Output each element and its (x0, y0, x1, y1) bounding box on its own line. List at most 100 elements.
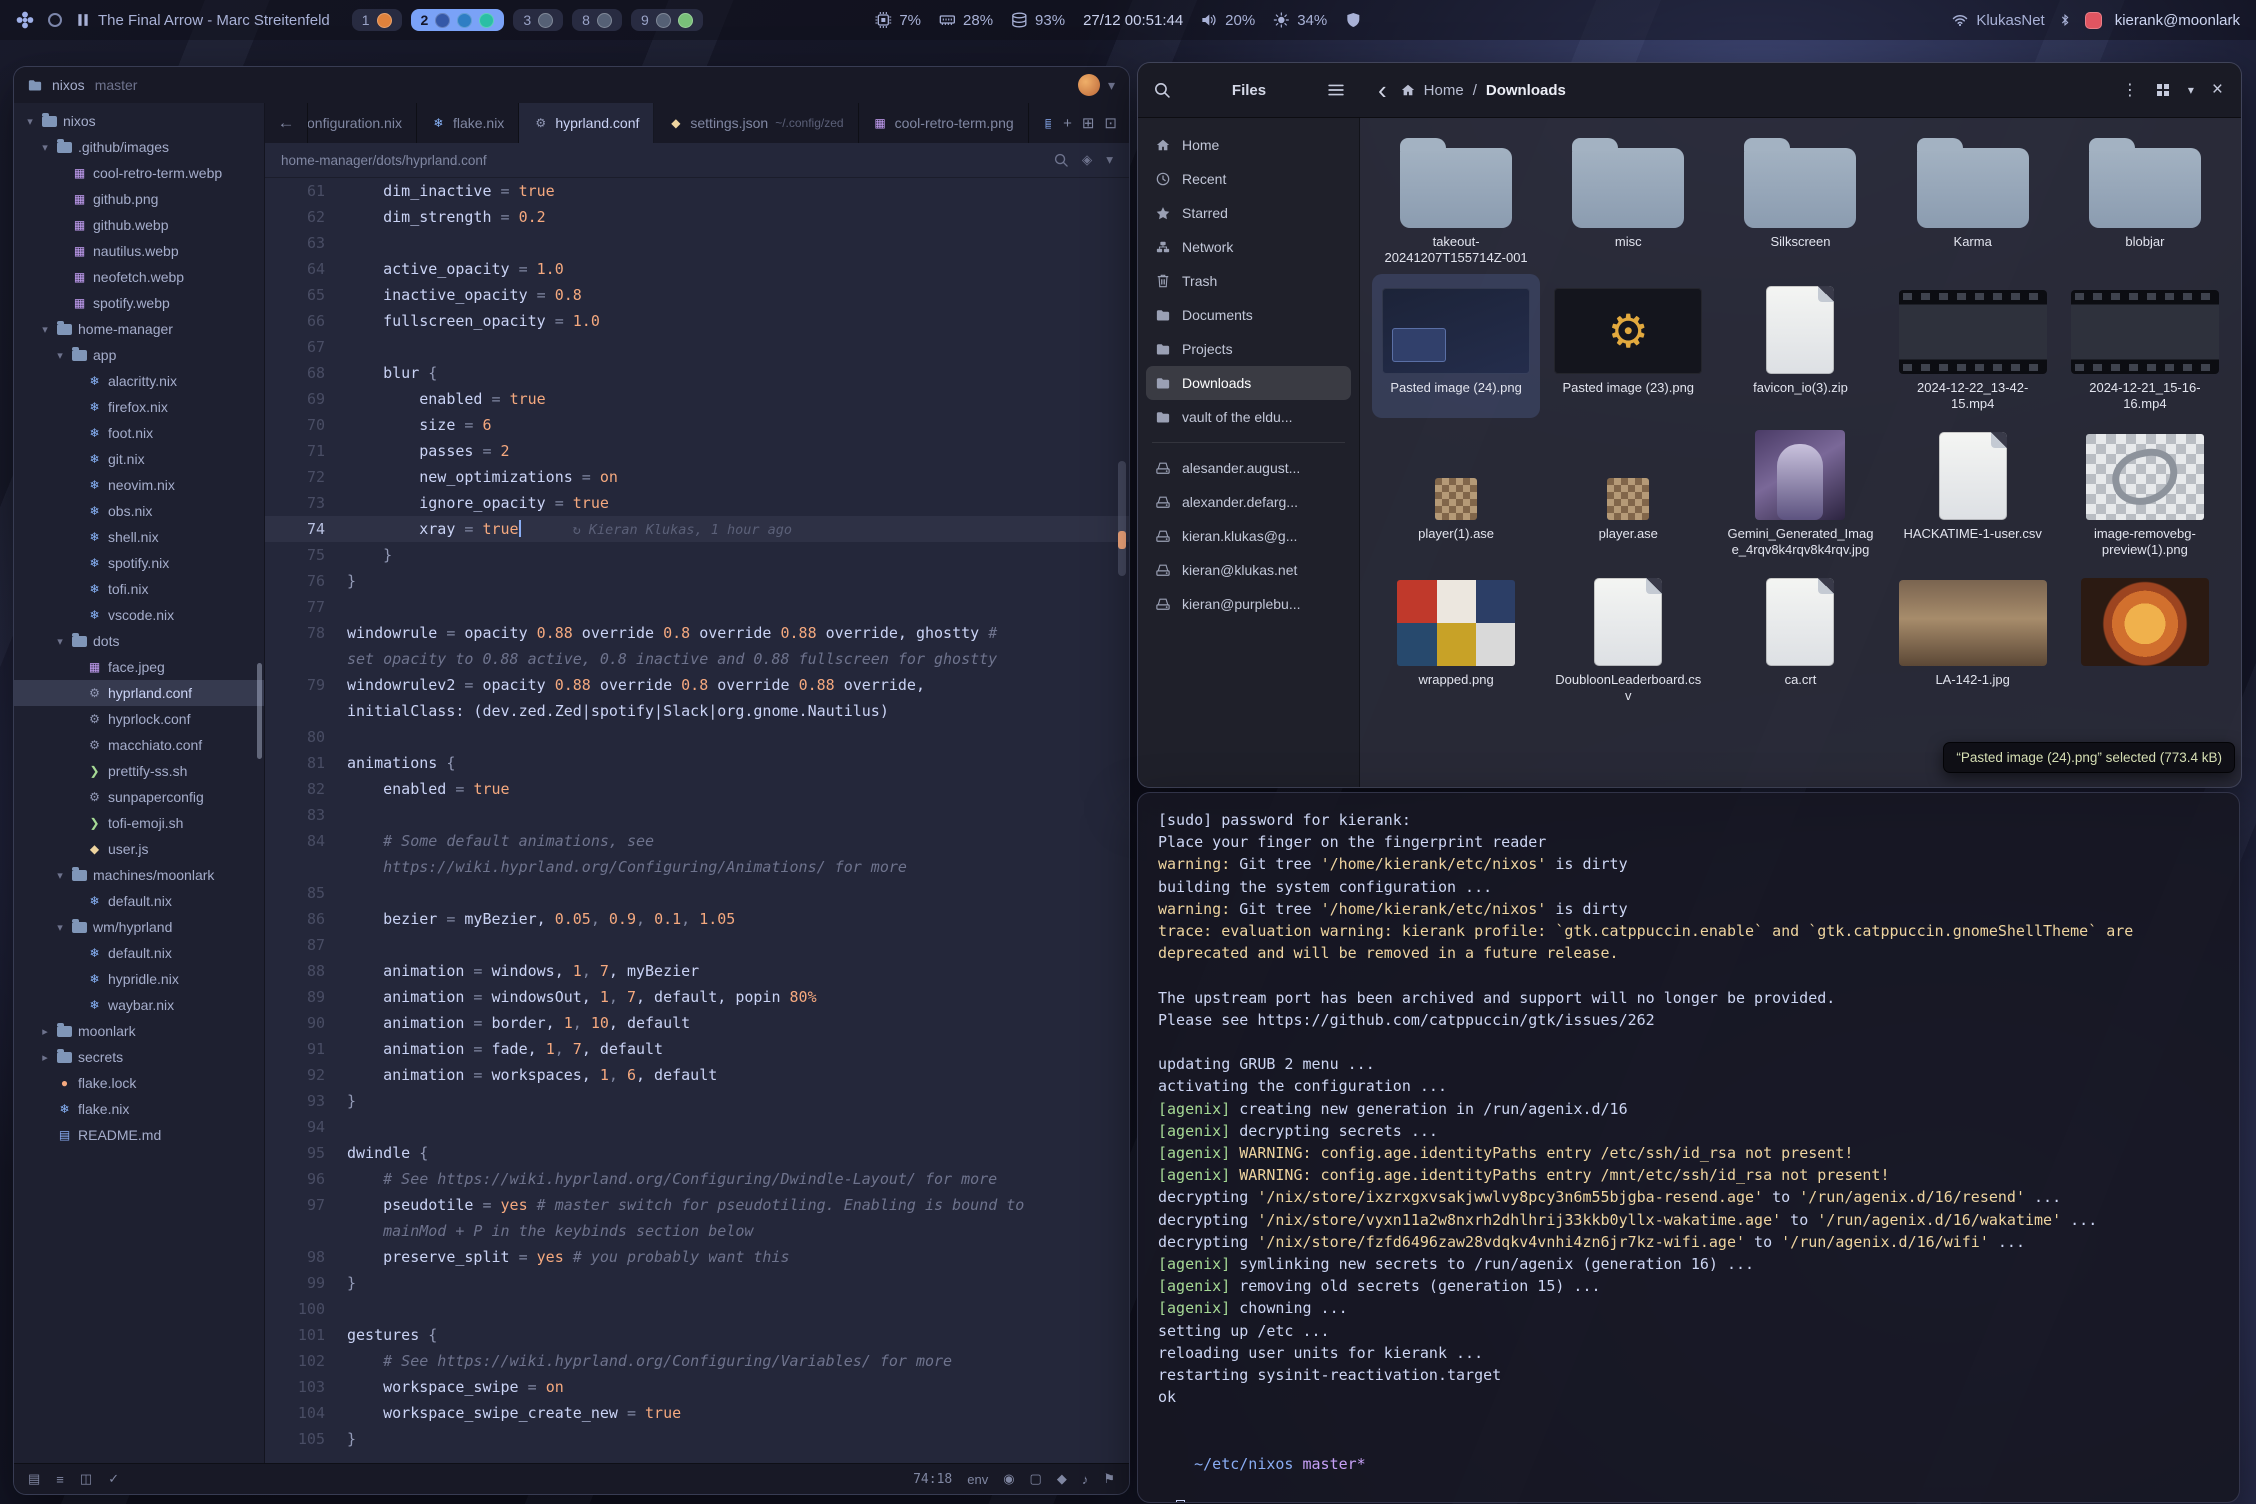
code-line[interactable]: 67 (265, 334, 1129, 360)
tree-item-readme-md[interactable]: ▤README.md (14, 1122, 264, 1148)
workspace-9[interactable]: 9 (631, 9, 703, 31)
workspace-2[interactable]: 2 (411, 9, 505, 31)
sidebar-item-starred[interactable]: Starred (1146, 196, 1351, 230)
nav-back-icon[interactable]: ← (265, 103, 308, 143)
tree-item-shell-nix[interactable]: ❄shell.nix (14, 524, 264, 550)
path-bar[interactable]: Home / Downloads (1401, 82, 1566, 99)
new-tab-icon[interactable]: + (1063, 115, 1072, 132)
code-line[interactable]: 61 dim_inactive = true (265, 178, 1129, 204)
sidebar-item-trash[interactable]: Trash (1146, 264, 1351, 298)
tree-item-home-manager[interactable]: ▾home-manager (14, 316, 264, 342)
file-item[interactable]: player.ase (1544, 420, 1712, 564)
file-item[interactable]: HACKATIME-1-user.csv (1889, 420, 2057, 564)
cursor-position[interactable]: 74:18 (913, 1472, 952, 1487)
view-chevron-icon[interactable]: ▾ (2188, 83, 2194, 97)
code-line[interactable]: 81animations { (265, 750, 1129, 776)
code-line[interactable]: 79windowrulev2 = opacity 0.88 override 0… (265, 672, 1129, 698)
volume-widget[interactable]: 20% (1201, 12, 1255, 29)
editor-scrollbar[interactable] (1118, 461, 1126, 577)
launcher-button[interactable] (16, 11, 34, 29)
terminal-window[interactable]: [sudo] password for kierank:Place your f… (1137, 792, 2240, 1503)
code-line[interactable]: 103 workspace_swipe = on (265, 1374, 1129, 1400)
privacy-widget[interactable] (1345, 12, 1361, 28)
code-line[interactable]: 98 preserve_split = yes # you probably w… (265, 1244, 1129, 1270)
tab-r[interactable]: ▤R (1029, 103, 1051, 143)
file-item[interactable]: Karma (1889, 128, 2057, 272)
code-line[interactable]: 93} (265, 1088, 1129, 1114)
sidebar-item-downloads[interactable]: Downloads (1146, 366, 1351, 400)
sidebar-item-documents[interactable]: Documents (1146, 298, 1351, 332)
tree-item-alacritty-nix[interactable]: ❄alacritty.nix (14, 368, 264, 394)
tree-item-user-js[interactable]: ◆user.js (14, 836, 264, 862)
tab-settings-json[interactable]: ◆settings.json~/.config/zed (654, 103, 858, 143)
code-line[interactable]: 77 (265, 594, 1129, 620)
code-line[interactable]: 68 blur { (265, 360, 1129, 386)
code-line[interactable]: mainMod + P in the keybinds section belo… (265, 1218, 1129, 1244)
file-item[interactable]: takeout-20241207T155714Z-001 (1372, 128, 1540, 272)
code-line[interactable]: 96 # See https://wiki.hyprland.org/Confi… (265, 1166, 1129, 1192)
tree-item-secrets[interactable]: ▸secrets (14, 1044, 264, 1070)
code-line[interactable]: 86 bezier = myBezier, 0.05, 0.9, 0.1, 1.… (265, 906, 1129, 932)
file-item[interactable]: image-removebg-preview(1).png (2061, 420, 2229, 564)
tab-flake-nix[interactable]: ❄flake.nix (417, 103, 519, 143)
code-line[interactable]: 99} (265, 1270, 1129, 1296)
file-item[interactable]: Gemini_Generated_Image_4rqv8k4rqv8k4rqv.… (1716, 420, 1884, 564)
square-icon[interactable]: ▢ (1030, 1471, 1042, 1487)
project-name[interactable]: nixos (52, 77, 85, 93)
code-line[interactable]: 91 animation = fade, 1, 7, default (265, 1036, 1129, 1062)
flag-icon[interactable]: ⚑ (1103, 1471, 1115, 1487)
view-grid-icon[interactable] (2156, 83, 2170, 97)
tree-item-sunpaperconfig[interactable]: ⚙sunpaperconfig (14, 784, 264, 810)
search-icon[interactable] (1154, 82, 1170, 98)
file-item[interactable] (2061, 566, 2229, 710)
sidebar-item-home[interactable]: Home (1146, 128, 1351, 162)
file-item[interactable]: misc (1544, 128, 1712, 272)
tree-item-macchiato-conf[interactable]: ⚙macchiato.conf (14, 732, 264, 758)
tree-item-tofi-emoji-sh[interactable]: ❯tofi-emoji.sh (14, 810, 264, 836)
network-widget[interactable]: KlukasNet (1952, 12, 2044, 29)
tab-hyprland-conf[interactable]: ⚙hyprland.conf (519, 103, 654, 143)
code-line[interactable]: 80 (265, 724, 1129, 750)
code-line[interactable]: 100 (265, 1296, 1129, 1322)
tree-item-spotify-webp[interactable]: ▦spotify.webp (14, 290, 264, 316)
code-line[interactable]: 85 (265, 880, 1129, 906)
tree-item-firefox-nix[interactable]: ❄firefox.nix (14, 394, 264, 420)
code-line[interactable]: 88 animation = windows, 1, 7, myBezier (265, 958, 1129, 984)
file-item[interactable]: 2024-12-22_13-42-15.mp4 (1889, 274, 2057, 418)
code-line[interactable]: 92 animation = workspaces, 1, 6, default (265, 1062, 1129, 1088)
tree-item-face-jpeg[interactable]: ▦face.jpeg (14, 654, 264, 680)
workspace-1[interactable]: 1 (352, 9, 402, 31)
tree-item-neovim-nix[interactable]: ❄neovim.nix (14, 472, 264, 498)
code-line[interactable]: 66 fullscreen_opacity = 1.0 (265, 308, 1129, 334)
sidebar-item-vault-of-the-eldu-[interactable]: vault of the eldu... (1146, 400, 1351, 434)
bluetooth-icon[interactable] (2058, 13, 2072, 27)
code-line[interactable]: 82 enabled = true (265, 776, 1129, 802)
code-line[interactable]: 94 (265, 1114, 1129, 1140)
sidebar-item-alexander-defarg-[interactable]: alexander.defarg... (1146, 485, 1351, 519)
code-line[interactable]: 70 size = 6 (265, 412, 1129, 438)
terminal-toggle-icon[interactable]: ≡ (56, 1472, 64, 1487)
tree-item-flake-lock[interactable]: ●flake.lock (14, 1070, 264, 1096)
tree-item-nautilus-webp[interactable]: ▦nautilus.webp (14, 238, 264, 264)
code-editor[interactable]: 61 dim_inactive = true62 dim_strength = … (265, 178, 1129, 1463)
sidebar-item-recent[interactable]: Recent (1146, 162, 1351, 196)
workspace-3[interactable]: 3 (513, 9, 563, 31)
clock-widget[interactable]: 27/12 00:51:44 (1083, 12, 1183, 29)
git-branch-label[interactable]: master (95, 77, 138, 93)
mic-icon[interactable]: ♪ (1082, 1472, 1089, 1487)
tree-item-hypridle-nix[interactable]: ❄hypridle.nix (14, 966, 264, 992)
sidebar-item-alesander-august-[interactable]: alesander.august... (1146, 451, 1351, 485)
tree-item-hyprland-conf[interactable]: ⚙hyprland.conf (14, 680, 264, 706)
tree-item-obs-nix[interactable]: ❄obs.nix (14, 498, 264, 524)
tray-badge-icon[interactable] (2085, 12, 2102, 29)
kebab-menu-icon[interactable]: ⋮ (2122, 80, 2138, 100)
file-item[interactable]: 2024-12-21_15-16-16.mp4 (2061, 274, 2229, 418)
tree-item-hyprlock-conf[interactable]: ⚙hyprlock.conf (14, 706, 264, 732)
tree-item-github-webp[interactable]: ▦github.webp (14, 212, 264, 238)
code-line[interactable]: 63 (265, 230, 1129, 256)
code-line[interactable]: 65 inactive_opacity = 0.8 (265, 282, 1129, 308)
media-player-widget[interactable]: The Final Arrow - Marc Streitenfeld (76, 12, 330, 29)
code-line[interactable]: 101gestures { (265, 1322, 1129, 1348)
code-line[interactable]: 72 new_optimizations = on (265, 464, 1129, 490)
diamond-icon[interactable]: ◆ (1057, 1471, 1067, 1487)
